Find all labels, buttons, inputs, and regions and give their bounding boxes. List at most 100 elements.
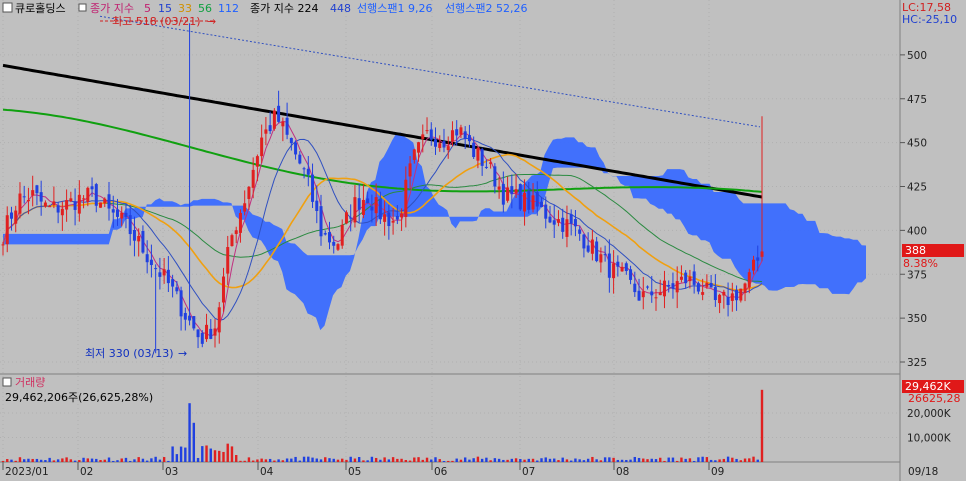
volume-bar — [527, 458, 530, 462]
volume-bar — [663, 460, 666, 462]
candle-body — [540, 201, 544, 208]
candle-body — [692, 271, 696, 285]
volume-bar — [315, 458, 318, 462]
candle-body — [544, 204, 548, 219]
volume-bar — [659, 457, 662, 462]
volume-bar — [408, 460, 412, 462]
candle-body — [158, 272, 162, 277]
candle-body — [196, 329, 200, 338]
date-tick-label: 09/18 — [908, 466, 938, 478]
volume-bar — [129, 460, 132, 462]
candle-body — [408, 163, 412, 177]
volume-bar — [756, 459, 759, 462]
candle-body — [709, 283, 713, 288]
volume-bar — [650, 458, 653, 462]
volume-checkbox-icon[interactable] — [2, 377, 12, 387]
candle-body — [438, 143, 442, 148]
candle-body — [247, 186, 251, 199]
volume-bar — [277, 459, 280, 462]
candle-body — [582, 234, 586, 249]
date-tick-label: 04 — [260, 466, 274, 478]
volume-bar — [489, 460, 492, 462]
candle-body — [501, 183, 505, 205]
candle-body — [472, 142, 476, 158]
volume-bar — [586, 458, 590, 462]
volume-bar — [434, 457, 437, 462]
volume-bar — [379, 459, 382, 462]
volume-bar — [264, 459, 268, 462]
volume-bar — [718, 459, 721, 462]
volume-bar — [44, 460, 47, 462]
candle-body — [489, 162, 493, 164]
candle-body — [578, 229, 582, 234]
candle-body — [154, 268, 158, 270]
volume-bar — [1, 461, 5, 462]
hc-value: HC:-25,10 — [902, 13, 957, 26]
volume-bar — [383, 457, 386, 462]
candle-body — [658, 292, 662, 296]
candle-body — [188, 315, 192, 321]
volume-bar — [324, 457, 327, 462]
volume-bar — [553, 458, 556, 462]
candle-body — [238, 212, 242, 233]
volume-bar — [680, 457, 683, 462]
volume-bar — [599, 460, 603, 462]
candle-body — [171, 279, 175, 287]
candle-body — [5, 215, 9, 245]
candle-body — [107, 194, 111, 209]
date-tick-label: 2023/01 — [5, 466, 49, 478]
candle-body — [90, 186, 94, 190]
volume-bar — [472, 458, 475, 462]
candle-body — [149, 259, 153, 266]
volume-bar — [61, 458, 64, 462]
volume-bar — [468, 459, 471, 462]
candle-body — [705, 282, 709, 287]
volume-bar — [95, 458, 98, 462]
volume-bar — [112, 460, 115, 462]
price-tick-label: 375 — [907, 269, 927, 281]
checkbox-icon[interactable] — [2, 2, 13, 13]
volume-bar — [150, 458, 153, 462]
price-tick-label: 325 — [907, 357, 927, 369]
candle-body — [387, 212, 391, 227]
volume-bar — [455, 458, 458, 462]
date-tick-label: 05 — [348, 466, 361, 478]
volume-bar — [671, 457, 675, 462]
candle-body — [586, 245, 590, 252]
candle-body — [624, 263, 628, 272]
volume-bar — [353, 458, 357, 462]
candle-body — [607, 253, 611, 278]
volume-bar — [540, 458, 543, 462]
volume-bar — [239, 460, 242, 462]
volume-bar — [222, 451, 225, 462]
price-tick-label: 425 — [907, 182, 927, 194]
ma-period-56: 56 — [198, 2, 212, 15]
candle-body — [353, 197, 357, 223]
volume-bar — [608, 457, 611, 462]
candle-body — [684, 272, 688, 284]
volume-bar — [357, 457, 361, 462]
date-tick-label: 03 — [165, 466, 178, 478]
candle-body — [713, 287, 717, 301]
candle-body — [43, 202, 47, 207]
volume-bar — [133, 459, 136, 462]
settings-box-icon[interactable] — [78, 3, 87, 12]
high-arrow-icon: → — [207, 15, 216, 28]
stock-chart[interactable]: 325350375400425450475500 10,000K20,000K … — [0, 0, 966, 481]
volume-bar — [209, 448, 212, 462]
volume-bar — [201, 446, 204, 462]
candle-body — [340, 224, 344, 246]
candle-body — [120, 212, 124, 219]
ma-period-15: 15 — [158, 2, 172, 15]
volume-bar — [739, 460, 742, 462]
candle-body — [383, 214, 387, 222]
candle-body — [548, 216, 552, 223]
volume-bar — [82, 457, 85, 462]
volume-bar — [493, 458, 497, 462]
volume-bar — [362, 460, 365, 462]
volume-bar — [226, 443, 229, 462]
volume-bar — [451, 460, 454, 462]
volume-bar — [260, 458, 263, 462]
candle-body — [442, 141, 446, 148]
volume-bar — [506, 459, 509, 462]
